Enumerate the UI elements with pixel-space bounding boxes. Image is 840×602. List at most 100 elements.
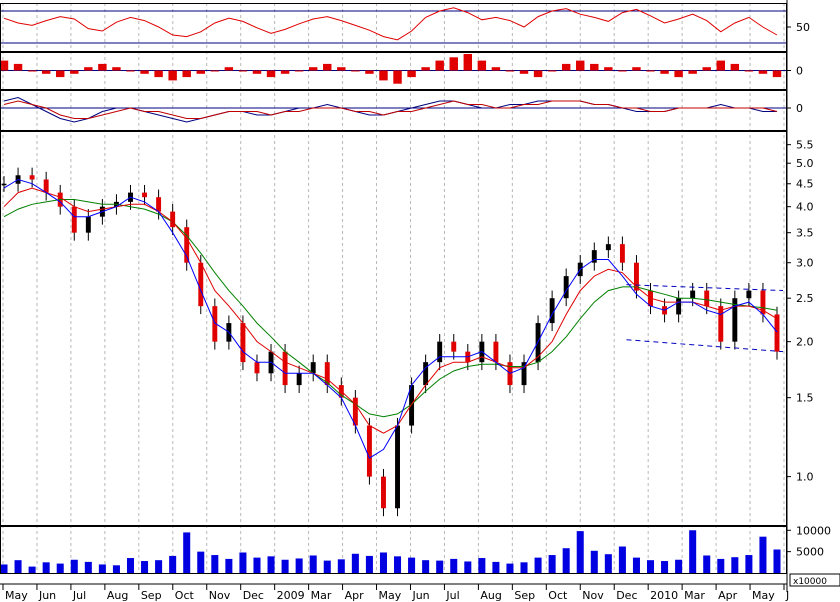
histogram-bar-31 <box>435 60 444 71</box>
histogram-bar-30 <box>421 67 430 71</box>
histogram-bar-54 <box>758 70 768 74</box>
volume-bar-37 <box>520 562 528 573</box>
histogram-bar-17 <box>238 70 248 72</box>
volume-bar-10 <box>141 561 149 573</box>
histogram-bar-21 <box>294 70 304 72</box>
ma-slow-line <box>3 199 778 418</box>
histogram-bar-20 <box>280 70 290 74</box>
volume-bar-45 <box>632 557 640 573</box>
volume-bar-36 <box>506 563 514 573</box>
oscillator-panel <box>0 7 787 44</box>
histogram-bar-22 <box>308 67 318 71</box>
histogram-bar-5 <box>70 70 79 74</box>
x-axis-labels: May Jun Jul Aug Sep Oct Nov Dec 2009 Mar Apr May Jun… <box>0 583 789 602</box>
volume-bar-49 <box>689 530 697 573</box>
candle-body-20 <box>282 351 288 386</box>
volume-panel <box>0 530 781 573</box>
histogram-bar-33 <box>463 54 473 71</box>
price-tick-label-4: 3.0 <box>796 257 814 270</box>
volume-bar-28 <box>394 556 402 573</box>
x-tick-label-6: Nov <box>209 589 231 602</box>
histogram-bar-42 <box>590 63 599 71</box>
histogram-bar-55 <box>772 70 782 78</box>
candle-body-10 <box>142 192 148 198</box>
volume-bar-4 <box>56 563 64 573</box>
x-tick-label-1: Jun <box>38 589 56 602</box>
volume-bar-7 <box>98 564 106 573</box>
trendline-0 <box>626 284 784 292</box>
histogram-bar-16 <box>224 67 234 71</box>
histogram-bar-38 <box>533 70 543 78</box>
price-tick-label-7: 4.5 <box>796 178 814 191</box>
volume-bar-18 <box>253 557 261 573</box>
x-tick-label-22: May <box>752 589 775 602</box>
x-tick-label-12: Jun <box>411 589 429 602</box>
volume-bar-12 <box>169 555 177 573</box>
histogram-bar-27 <box>379 70 388 81</box>
histogram-bar-36 <box>505 70 515 72</box>
ma-mid-line <box>3 187 778 434</box>
volume-bar-54 <box>759 536 767 573</box>
volume-bar-8 <box>112 565 120 573</box>
volume-unit-label: x10000 <box>793 577 827 587</box>
histogram-bar-3 <box>41 70 51 74</box>
volume-bar-27 <box>379 552 387 573</box>
candle-body-30 <box>423 362 429 386</box>
volume-bar-39 <box>548 555 556 573</box>
x-tick-label-5: Oct <box>175 589 195 602</box>
frame-price <box>0 131 787 526</box>
candle-body-28 <box>395 425 400 509</box>
candle-body-5 <box>71 206 77 233</box>
candle-body-17 <box>240 323 246 363</box>
histogram-bar-47 <box>660 70 669 74</box>
x-tick-label-3: Aug <box>107 589 128 602</box>
price-tick-label-8: 5.0 <box>796 157 814 170</box>
candle-body-3 <box>43 179 49 193</box>
volume-bar-21 <box>295 558 303 573</box>
momentum-series-0 <box>3 96 777 123</box>
price-tick-label-5: 3.5 <box>796 227 814 240</box>
volume-bar-17 <box>239 552 247 573</box>
x-tick-label-16: Oct <box>548 589 568 602</box>
histogram-bar-14 <box>196 70 205 74</box>
volume-bar-31 <box>436 560 444 573</box>
volume-bar-32 <box>450 558 458 573</box>
price-tick-label-0: 1.0 <box>796 471 814 484</box>
x-tick-label-2: Jul <box>72 589 86 602</box>
volume-bar-30 <box>422 560 430 573</box>
volume-bar-52 <box>731 557 739 573</box>
momentum-panel <box>0 96 787 123</box>
volume-bar-11 <box>155 560 163 573</box>
histogram-bar-49 <box>688 70 697 74</box>
histogram-bar-19 <box>266 70 276 78</box>
histogram-bar-1 <box>13 63 23 71</box>
candle-body-53 <box>746 290 752 299</box>
x-tick-label-15: Sep <box>514 589 535 602</box>
histogram-bar-2 <box>27 70 37 72</box>
histogram-bar-0 <box>0 60 9 71</box>
histogram-bar-50 <box>702 67 711 71</box>
volume-bar-35 <box>492 561 500 573</box>
histogram-bar-29 <box>407 70 416 78</box>
osc-tick-label-0: 50 <box>796 21 810 34</box>
histogram-bar-52 <box>730 63 740 71</box>
volume-bar-41 <box>576 531 584 573</box>
histogram-bar-40 <box>561 63 571 71</box>
histogram-bar-34 <box>477 60 487 71</box>
histogram-bar-13 <box>182 70 191 78</box>
x-tick-label-9: Mar <box>311 589 332 602</box>
histogram-bar-44 <box>618 70 627 72</box>
candle-body-12 <box>170 211 176 228</box>
candle-body-26 <box>366 425 372 477</box>
price-tick-label-6: 4.0 <box>796 201 814 214</box>
volume-bar-55 <box>773 549 781 573</box>
candle-body-35 <box>493 341 499 363</box>
x-tick-label-10: Apr <box>345 589 365 602</box>
histogram-bar-51 <box>716 60 725 71</box>
vol-tick-label-0: 10000 <box>796 524 831 537</box>
momentum-series-1 <box>3 100 778 119</box>
histogram-bar-23 <box>323 63 332 71</box>
histogram-bar-53 <box>744 70 754 72</box>
stock-chart: 50001.01.52.02.53.03.54.04.55.05.5100005… <box>0 0 840 602</box>
candle-body-11 <box>156 197 162 212</box>
